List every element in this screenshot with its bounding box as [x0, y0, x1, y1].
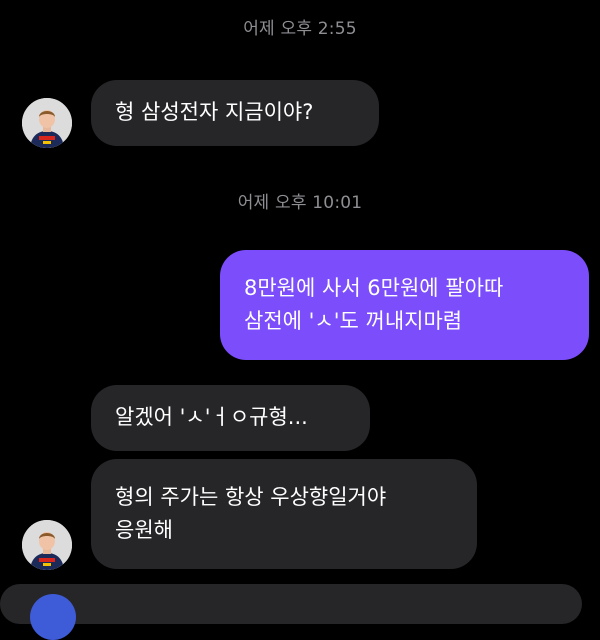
message-bubble-3[interactable]: 알겠어 'ㅅ'ㅓㅇ규형...: [91, 385, 370, 451]
message-bubble-2[interactable]: 8만원에 사서 6만원에 팔아따 삼전에 'ㅅ'도 꺼내지마렴: [220, 250, 589, 360]
message-bubble-4[interactable]: 형의 주가는 항상 우상향일거야 응원해: [91, 459, 477, 569]
message-input-bar[interactable]: [0, 584, 582, 624]
friend-avatar-icon[interactable]: [22, 98, 72, 148]
timestamp-2: 어제 오후 10:01: [237, 193, 363, 213]
timestamp-1: 어제 오후 2:55: [243, 19, 357, 39]
friend-avatar-icon[interactable]: [22, 520, 72, 570]
message-bubble-1[interactable]: 형 삼성전자 지금이야?: [91, 80, 379, 146]
